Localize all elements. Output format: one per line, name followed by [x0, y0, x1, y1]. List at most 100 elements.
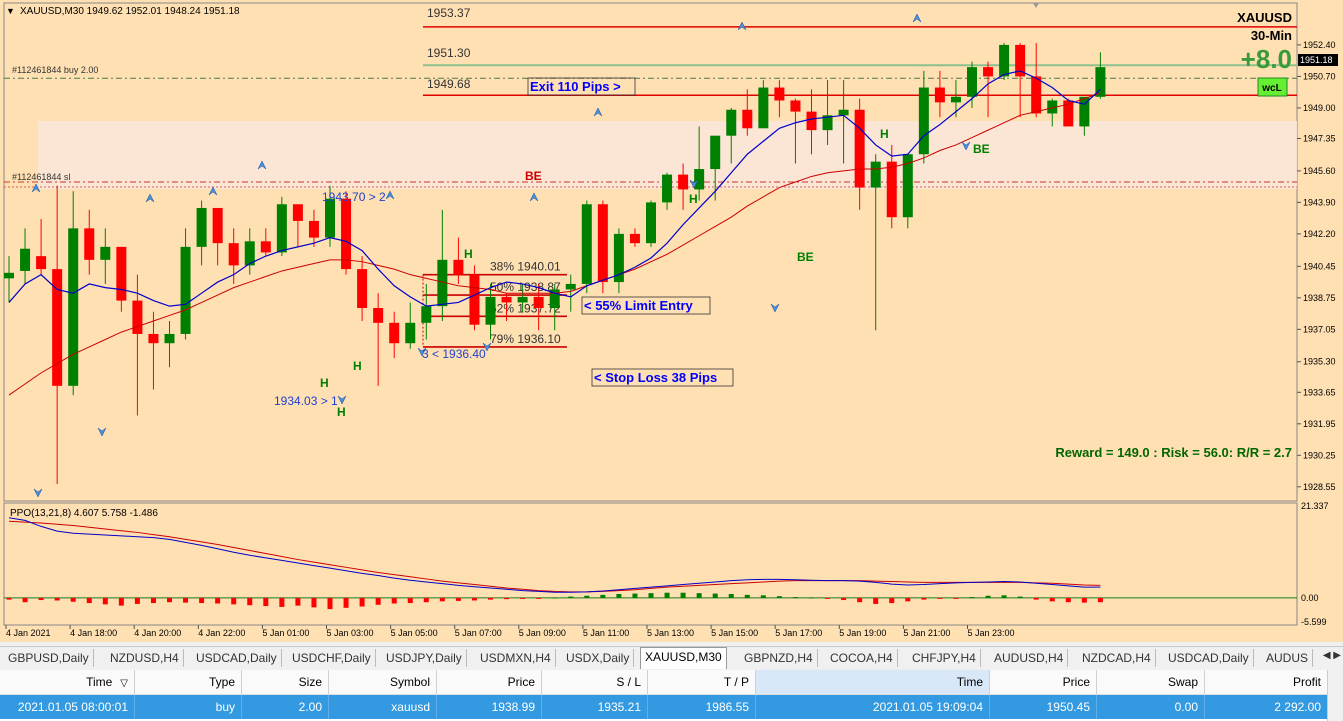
price-tick-label: 1940.45 [1303, 261, 1336, 271]
column-header[interactable]: Swap [1097, 670, 1205, 694]
symbol-tab[interactable]: USDCHF,Daily [288, 649, 376, 667]
ppo-histogram-bar [263, 597, 269, 607]
h-label: H [880, 127, 889, 141]
ppo-histogram-bar [391, 597, 397, 604]
ppo-histogram-bar [1049, 597, 1055, 602]
level-b-label: 1934.03 > 1 [274, 394, 338, 408]
ppo-histogram-bar [552, 597, 558, 599]
column-header[interactable]: Price [990, 670, 1097, 694]
ppo-histogram-bar [1033, 597, 1039, 600]
ppo-plot-frame [3, 502, 1298, 626]
column-header[interactable]: Time ▽ [0, 670, 135, 694]
stop-loss-label: < Stop Loss 38 Pips [594, 370, 717, 385]
overlay-symbol: XAUUSD [1237, 10, 1292, 25]
ppo-histogram-bar [327, 597, 333, 610]
trade-row[interactable]: 2021.01.05 08:00:01 buy 2.00 xauusd 1938.99 1… [0, 695, 1328, 719]
trade-cell: 0.00 [1097, 695, 1205, 719]
symbol-tab[interactable]: CHFJPY,H4 [908, 649, 981, 667]
price-tick-label: 1928.55 [1303, 482, 1336, 492]
column-header-label: Profit [1292, 675, 1321, 689]
ppo-histogram-bar [6, 597, 12, 600]
symbol-tab[interactable]: GBPNZD,H4 [740, 649, 818, 667]
h-label: H [689, 192, 698, 206]
ppo-histogram-bar [1065, 597, 1071, 603]
candle-body [870, 161, 881, 188]
exit-label: Exit 110 Pips > [530, 79, 621, 94]
symbol-tab[interactable]: USDJPY,Daily [382, 649, 467, 667]
price-tick-label: 1935.30 [1303, 357, 1336, 367]
candle-body [180, 246, 191, 334]
be-label: BE [797, 250, 814, 264]
symbol-tab[interactable]: NZDUSD,H4 [106, 649, 184, 667]
column-header[interactable]: Profit [1205, 670, 1328, 694]
candle-body [260, 241, 271, 253]
candle-body [533, 296, 544, 309]
column-header-label: Price [1062, 675, 1090, 689]
candle-body [934, 87, 945, 103]
window-menu-icon[interactable]: ▼ [6, 6, 15, 16]
ppo-histogram-bar [247, 597, 253, 606]
fractal-down-icon [33, 488, 43, 498]
candle-body [597, 204, 608, 283]
price-tick-label: 1930.25 [1303, 450, 1336, 460]
time-tick-label: 4 Jan 22:00 [198, 628, 245, 638]
chart-svg[interactable]: 38% 1940.0150% 1938.8762% 1937.7279% 193… [0, 0, 1343, 642]
symbol-tab[interactable]: NZDCAD,H4 [1078, 649, 1156, 667]
ppo-histogram-bar [857, 597, 863, 603]
symbol-tab[interactable]: USDX,Daily [562, 649, 635, 667]
candle-body [20, 248, 31, 271]
column-header[interactable]: Time [756, 670, 990, 694]
trade-cell: 1938.99 [437, 695, 542, 719]
ppo-indicator-layer: 21.337 0.00 -5.599 [4, 501, 1329, 627]
symbol-tab[interactable]: USDCAD,Daily [192, 649, 282, 667]
candle-body [694, 169, 705, 190]
ppo-histogram-bar [38, 597, 44, 601]
limit-entry-label: < 55% Limit Entry [584, 298, 693, 313]
candle-body [325, 198, 335, 238]
ppo-histogram-bar [504, 597, 510, 600]
ppo-histogram-bar [215, 597, 221, 604]
symbol-tab[interactable]: AUDUSD,H4 [990, 649, 1069, 667]
vertical-scrollbar[interactable] [1327, 670, 1343, 721]
ppo-histogram-bar [937, 597, 943, 599]
tab-scroll-arrows[interactable]: ◀ ▶ [1323, 650, 1341, 661]
candle-body [100, 246, 111, 260]
time-tick-label: 5 Jan 17:00 [775, 628, 822, 638]
symbol-tab[interactable]: COCOA,H4 [826, 649, 898, 667]
chart-shift-icon[interactable] [1033, 3, 1039, 8]
column-header[interactable]: T / P [648, 670, 756, 694]
ppo-histogram-bar [231, 597, 237, 605]
ppo-histogram-bar [905, 597, 911, 602]
ppo-histogram-bar [568, 596, 574, 598]
symbol-tab[interactable]: USDCAD,Daily [1164, 649, 1254, 667]
column-header[interactable]: Price [437, 670, 542, 694]
column-header[interactable]: Symbol [329, 670, 437, 694]
ppo-tick-label: 0.00 [1301, 593, 1319, 603]
fractal-up-icon [912, 13, 922, 23]
trade-cell: 2021.01.05 08:00:01 [0, 695, 135, 719]
candle-body [565, 283, 576, 290]
ppo-histogram-bar [841, 597, 847, 601]
symbol-tab[interactable]: XAUUSD,M30 [640, 647, 727, 669]
ppo-histogram-bar [86, 597, 92, 604]
price-tick-label: 1949.00 [1303, 103, 1336, 113]
column-header[interactable]: S / L [542, 670, 648, 694]
column-header-label: Symbol [389, 675, 430, 689]
symbol-tab[interactable]: GBPUSD,Daily [4, 649, 94, 667]
ppo-histogram-bar [680, 592, 686, 598]
column-header[interactable]: Type [135, 670, 242, 694]
chart-window[interactable]: 38% 1940.01 50% 1938.87 62% 1937.72 79% 193… [0, 0, 1343, 642]
column-header[interactable]: Size [242, 670, 329, 694]
time-tick-label: 5 Jan 19:00 [839, 628, 886, 638]
candle-body [581, 204, 592, 284]
sort-icon[interactable]: ▽ [120, 678, 128, 689]
symbol-tab[interactable]: USDMXN,H4 [476, 649, 556, 667]
order-sl-label: #112461844 sl [12, 172, 70, 182]
symbol-tab[interactable]: AUDUS [1262, 649, 1314, 667]
h-label: H [337, 405, 346, 419]
column-header-label: Time [86, 675, 113, 689]
price-tick-label: 1931.95 [1303, 419, 1336, 429]
price-tick-label: 1945.60 [1303, 166, 1336, 176]
candle-body [758, 87, 769, 129]
ppo-histogram-bar [600, 594, 606, 598]
